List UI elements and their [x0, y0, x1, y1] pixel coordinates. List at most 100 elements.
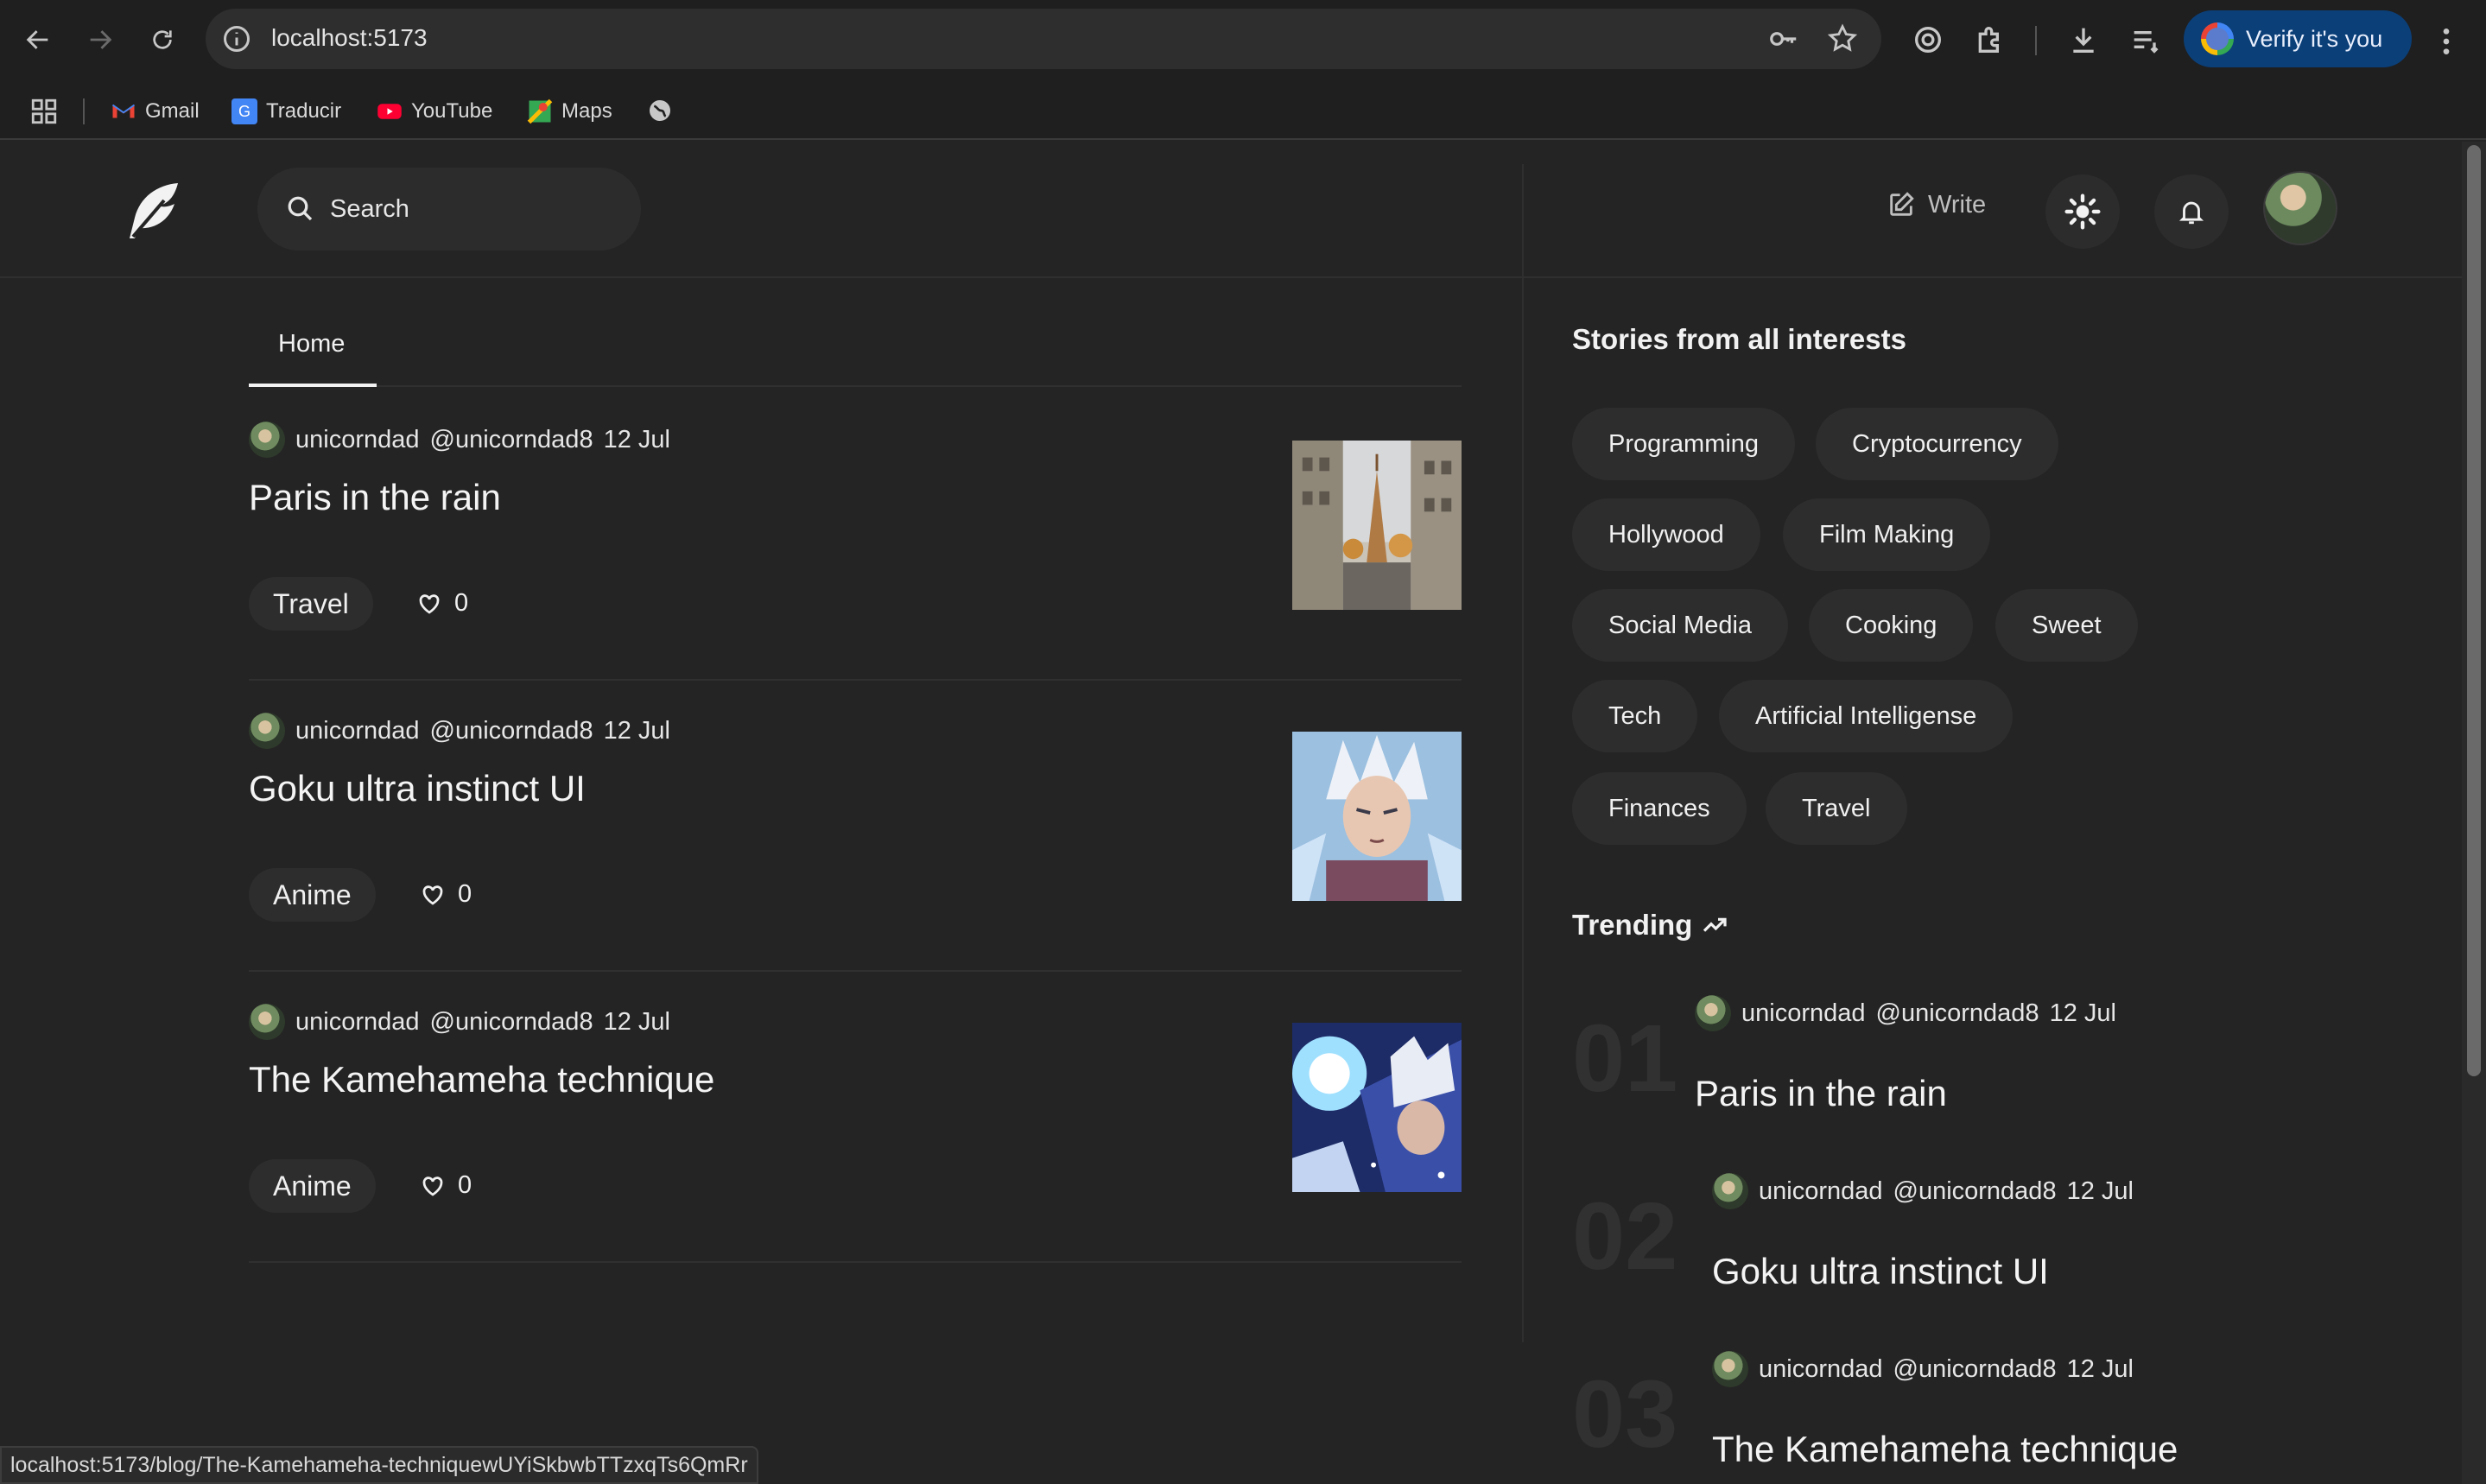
write-label: Write [1928, 190, 1987, 219]
key-icon[interactable] [1767, 22, 1800, 55]
bookmarks-divider [83, 98, 85, 124]
heart-icon [422, 1176, 443, 1196]
author-name: unicorndad [1759, 1354, 1883, 1383]
post-date: 12 Jul [2066, 1176, 2134, 1205]
interest-chip-cooking[interactable]: Cooking [1809, 589, 1974, 662]
interest-chip-tech[interactable]: Tech [1572, 680, 1698, 752]
apps-grid-icon[interactable] [29, 97, 59, 126]
extensions-icon[interactable] [1973, 22, 2007, 57]
address-bar[interactable]: localhost:5173 [206, 9, 1881, 69]
like-button[interactable]: 0 [416, 589, 468, 618]
interest-chip-finances[interactable]: Finances [1572, 772, 1747, 845]
notifications-button[interactable] [2154, 174, 2229, 249]
search-placeholder: Search [330, 195, 409, 223]
interest-chip-cryptocurrency[interactable]: Cryptocurrency [1816, 408, 2058, 480]
author-name: unicorndad [1741, 999, 1866, 1027]
trending-meta: unicorndad @unicorndad8 12 Jul [1695, 995, 2116, 1031]
lens-icon[interactable] [1911, 22, 1945, 57]
post-title[interactable]: Paris in the rain [249, 477, 501, 518]
reload-icon[interactable] [140, 17, 185, 62]
bookmark-youtube[interactable]: YouTube [377, 95, 492, 128]
trending-meta: unicorndad @unicorndad8 12 Jul [1712, 1351, 2134, 1387]
trending-title[interactable]: The Kamehameha technique [1712, 1429, 2178, 1470]
globe-icon[interactable] [646, 97, 674, 124]
search-icon [288, 196, 313, 221]
interest-chip-travel[interactable]: Travel [1766, 772, 1907, 845]
heart-icon [419, 593, 440, 614]
author-name: unicorndad [295, 716, 420, 745]
post-thumbnail-paris[interactable] [1292, 441, 1462, 610]
interest-chip-film-making[interactable]: Film Making [1783, 498, 1991, 571]
search-input[interactable]: Search [257, 168, 641, 251]
page-scrollbar[interactable] [2462, 142, 2486, 1484]
author-handle: @unicorndad8 [1893, 1176, 2057, 1205]
post-meta: unicorndad @unicorndad8 12 Jul [249, 422, 670, 458]
like-count: 0 [458, 1171, 472, 1199]
feather-logo-icon[interactable] [119, 176, 188, 245]
toolbar-divider [2035, 26, 2037, 55]
reading-list-icon[interactable] [2128, 22, 2163, 57]
post-date: 12 Jul [603, 425, 670, 453]
author-handle: @unicorndad8 [1875, 999, 2039, 1027]
post-date: 12 Jul [603, 1007, 670, 1036]
post-thumbnail-kamehameha[interactable] [1292, 1023, 1462, 1192]
more-menu-icon[interactable] [2438, 24, 2455, 59]
author-avatar [249, 422, 285, 458]
author-avatar [1695, 995, 1731, 1031]
post-tag[interactable]: Anime [249, 1159, 376, 1213]
interests-heading: Stories from all interests [1572, 323, 1906, 355]
verify-button[interactable]: Verify it's you [2184, 10, 2412, 67]
url-text[interactable]: localhost:5173 [271, 24, 428, 52]
post-tag[interactable]: Anime [249, 868, 376, 922]
interest-chip-programming[interactable]: Programming [1572, 408, 1796, 480]
scrollbar-thumb[interactable] [2467, 145, 2481, 1076]
bookmarks-bar: Gmail G Traducir YouTube Maps [0, 83, 2486, 140]
like-button[interactable]: 0 [420, 880, 472, 909]
post-date: 12 Jul [2049, 999, 2116, 1027]
post-meta: unicorndad @unicorndad8 12 Jul [249, 1004, 670, 1040]
post-meta: unicorndad @unicorndad8 12 Jul [249, 713, 670, 749]
author-name: unicorndad [295, 425, 420, 453]
sun-icon [2064, 193, 2101, 230]
post-thumbnail-goku[interactable] [1292, 732, 1462, 901]
tab-home[interactable]: Home [278, 330, 345, 358]
app-header: Search Write [0, 142, 2462, 278]
interest-chip-hollywood[interactable]: Hollywood [1572, 498, 1760, 571]
like-button[interactable]: 0 [420, 1171, 472, 1200]
post-card[interactable]: unicorndad @unicorndad8 12 Jul The Kameh… [249, 971, 1462, 1263]
trending-title[interactable]: Paris in the rain [1695, 1073, 1947, 1114]
trending-meta: unicorndad @unicorndad8 12 Jul [1712, 1173, 2134, 1209]
browser-toolbar: localhost:5173 Verify it's you [0, 0, 2486, 83]
interest-chip-social-media[interactable]: Social Media [1572, 589, 1789, 662]
post-date: 12 Jul [603, 716, 670, 745]
post-title[interactable]: The Kamehameha technique [249, 1059, 714, 1100]
like-count: 0 [458, 880, 472, 908]
author-avatar [249, 1004, 285, 1040]
author-handle: @unicorndad8 [1893, 1354, 2057, 1383]
post-card[interactable]: unicorndad @unicorndad8 12 Jul Paris in … [249, 389, 1462, 681]
interest-chip-artificial-intelligense[interactable]: Artificial Intelligense [1719, 680, 2014, 752]
star-icon[interactable] [1826, 22, 1859, 55]
interest-chip-sweet[interactable]: Sweet [1995, 589, 2138, 662]
trending-title[interactable]: Goku ultra instinct UI [1712, 1251, 2049, 1292]
like-count: 0 [454, 589, 469, 617]
site-info-icon[interactable] [221, 23, 252, 54]
post-tag[interactable]: Travel [249, 577, 373, 631]
post-title[interactable]: Goku ultra instinct UI [249, 768, 586, 809]
download-icon[interactable] [2066, 22, 2101, 57]
bookmark-traducir[interactable]: G Traducir [231, 95, 341, 128]
write-button[interactable]: Write [1887, 190, 1986, 219]
heart-icon [422, 885, 443, 905]
author-name: unicorndad [1759, 1176, 1883, 1205]
back-icon[interactable] [16, 17, 60, 62]
verify-label: Verify it's you [2246, 25, 2383, 52]
post-card[interactable]: unicorndad @unicorndad8 12 Jul Goku ultr… [249, 680, 1462, 972]
bell-icon [2178, 201, 2204, 225]
forward-icon[interactable] [78, 17, 123, 62]
bookmark-maps[interactable]: Maps [527, 95, 612, 128]
user-avatar[interactable] [2263, 171, 2337, 245]
maps-icon [527, 98, 553, 124]
theme-toggle-button[interactable] [2045, 174, 2120, 249]
bookmark-gmail[interactable]: Gmail [111, 95, 200, 128]
author-avatar [1712, 1351, 1748, 1387]
